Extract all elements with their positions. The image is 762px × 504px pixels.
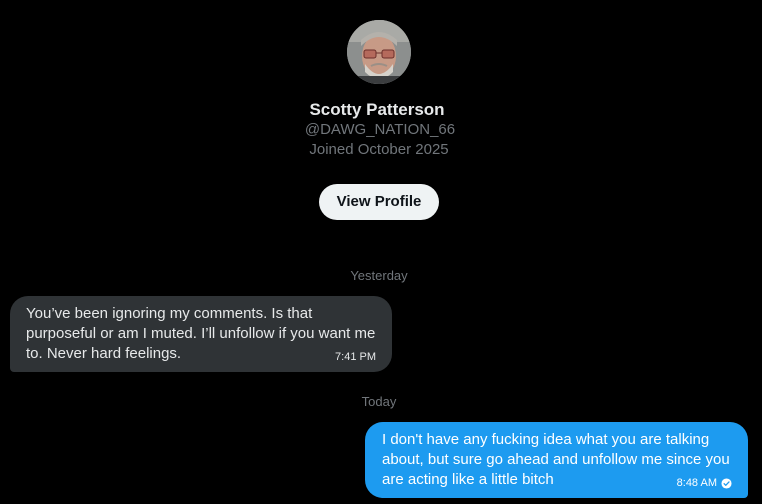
profile-joined-date: Joined October 2025 (309, 141, 449, 158)
message-time-label: 8:48 AM (676, 477, 717, 489)
profile-handle: @DAWG_NATION_66 (304, 121, 456, 138)
message-timestamp: 8:48 AM (677, 477, 732, 489)
message-text: You’ve been ignoring my comments. Is tha… (26, 305, 376, 362)
message-timestamp: 7:41 PM (335, 351, 376, 363)
profile-name: Scotty Patterson (309, 100, 445, 119)
date-divider-today: Today (361, 394, 397, 409)
message-bubble-outgoing[interactable]: I don't have any fucking idea what you a… (365, 422, 748, 498)
message-bubble-incoming[interactable]: You’ve been ignoring my comments. Is tha… (10, 296, 392, 372)
message-time-label: 7:41 PM (335, 351, 376, 363)
read-check-icon (721, 477, 732, 489)
avatar[interactable] (347, 20, 411, 84)
date-divider-yesterday: Yesterday (350, 268, 408, 283)
view-profile-button[interactable]: View Profile (319, 184, 439, 220)
